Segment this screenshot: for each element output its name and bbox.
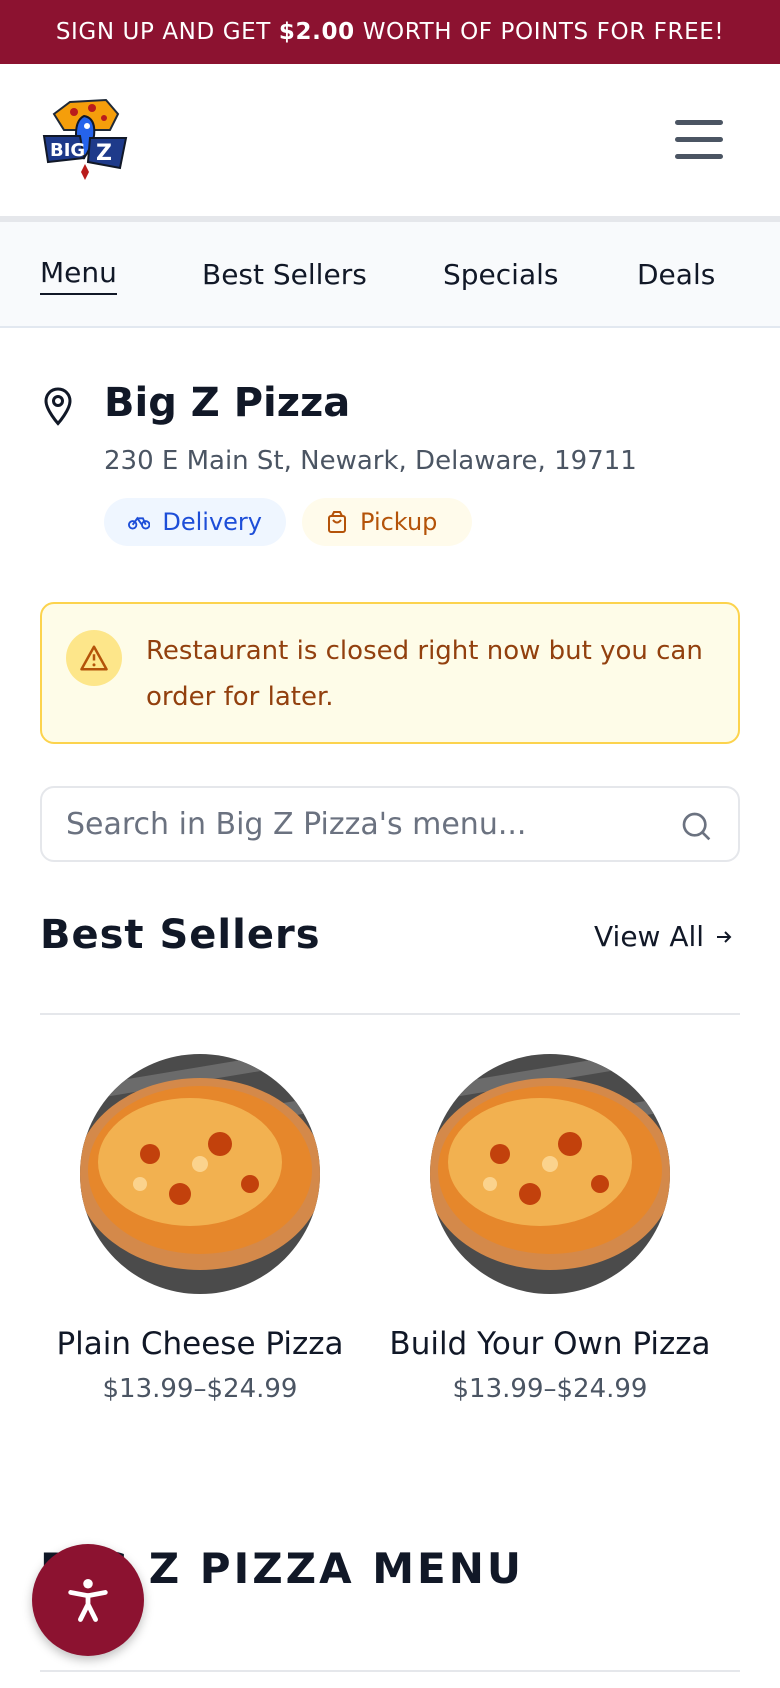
accessibility-button[interactable]: [32, 1544, 144, 1656]
brand-logo[interactable]: BIG Z: [40, 96, 130, 186]
view-all-label: View All: [594, 920, 705, 953]
view-all-link[interactable]: View All: [594, 920, 734, 953]
bicycle-icon: [128, 516, 151, 530]
tab-deals[interactable]: Deals: [637, 258, 715, 291]
pizza-image[interactable]: [80, 1054, 320, 1294]
warning-icon: [66, 630, 122, 686]
menu-search-field[interactable]: [40, 786, 740, 862]
promo-suffix: WORTH OF POINTS FOR FREE!: [362, 19, 725, 45]
pizza-image[interactable]: [430, 1054, 670, 1294]
section-divider: [40, 1670, 740, 1672]
hamburger-menu-icon[interactable]: [672, 118, 726, 162]
product-card[interactable]: Build Your Own Pizza $13.99–$24.99: [380, 1054, 720, 1404]
search-icon[interactable]: [680, 810, 712, 842]
promo-prefix: SIGN UP AND GET: [55, 19, 271, 45]
product-price: $13.99–$24.99: [102, 1374, 298, 1404]
accessibility-icon: [68, 1578, 108, 1622]
svg-text:Z: Z: [96, 141, 112, 166]
arrow-right-icon: [717, 930, 732, 943]
product-name[interactable]: Build Your Own Pizza: [380, 1320, 720, 1368]
category-tabs: Menu Best Sellers Specials Deals: [0, 222, 780, 328]
delivery-button[interactable]: Delivery: [104, 498, 286, 546]
store-address: 230 E Main St, Newark, Delaware, 19711: [104, 446, 637, 476]
tab-best-sellers[interactable]: Best Sellers: [202, 258, 367, 291]
svg-text:BIG: BIG: [50, 140, 85, 161]
product-card[interactable]: Plain Cheese Pizza $13.99–$24.99: [30, 1054, 370, 1404]
closed-alert: Restaurant is closed right now but you c…: [40, 602, 740, 744]
pickup-button[interactable]: Pickup: [302, 498, 472, 546]
tab-menu[interactable]: Menu: [40, 256, 117, 295]
best-sellers-heading: Best Sellers: [40, 912, 321, 958]
product-price: $13.99–$24.99: [452, 1374, 648, 1404]
section-divider: [40, 1013, 740, 1015]
store-name: Big Z Pizza: [104, 380, 351, 426]
search-input[interactable]: [66, 802, 666, 846]
product-name[interactable]: Plain Cheese Pizza: [30, 1320, 370, 1368]
site-header: BIG Z: [0, 64, 780, 216]
alert-message: Restaurant is closed right now but you c…: [146, 636, 703, 712]
map-pin-icon: [40, 386, 80, 430]
promo-amount: $2.00: [278, 19, 355, 45]
delivery-label: Delivery: [162, 508, 262, 536]
pickup-label: Pickup: [360, 508, 438, 536]
shopping-bag-icon: [328, 511, 346, 533]
tab-specials[interactable]: Specials: [443, 258, 558, 291]
promo-banner[interactable]: SIGN UP AND GET $2.00 WORTH OF POINTS FO…: [0, 0, 780, 64]
